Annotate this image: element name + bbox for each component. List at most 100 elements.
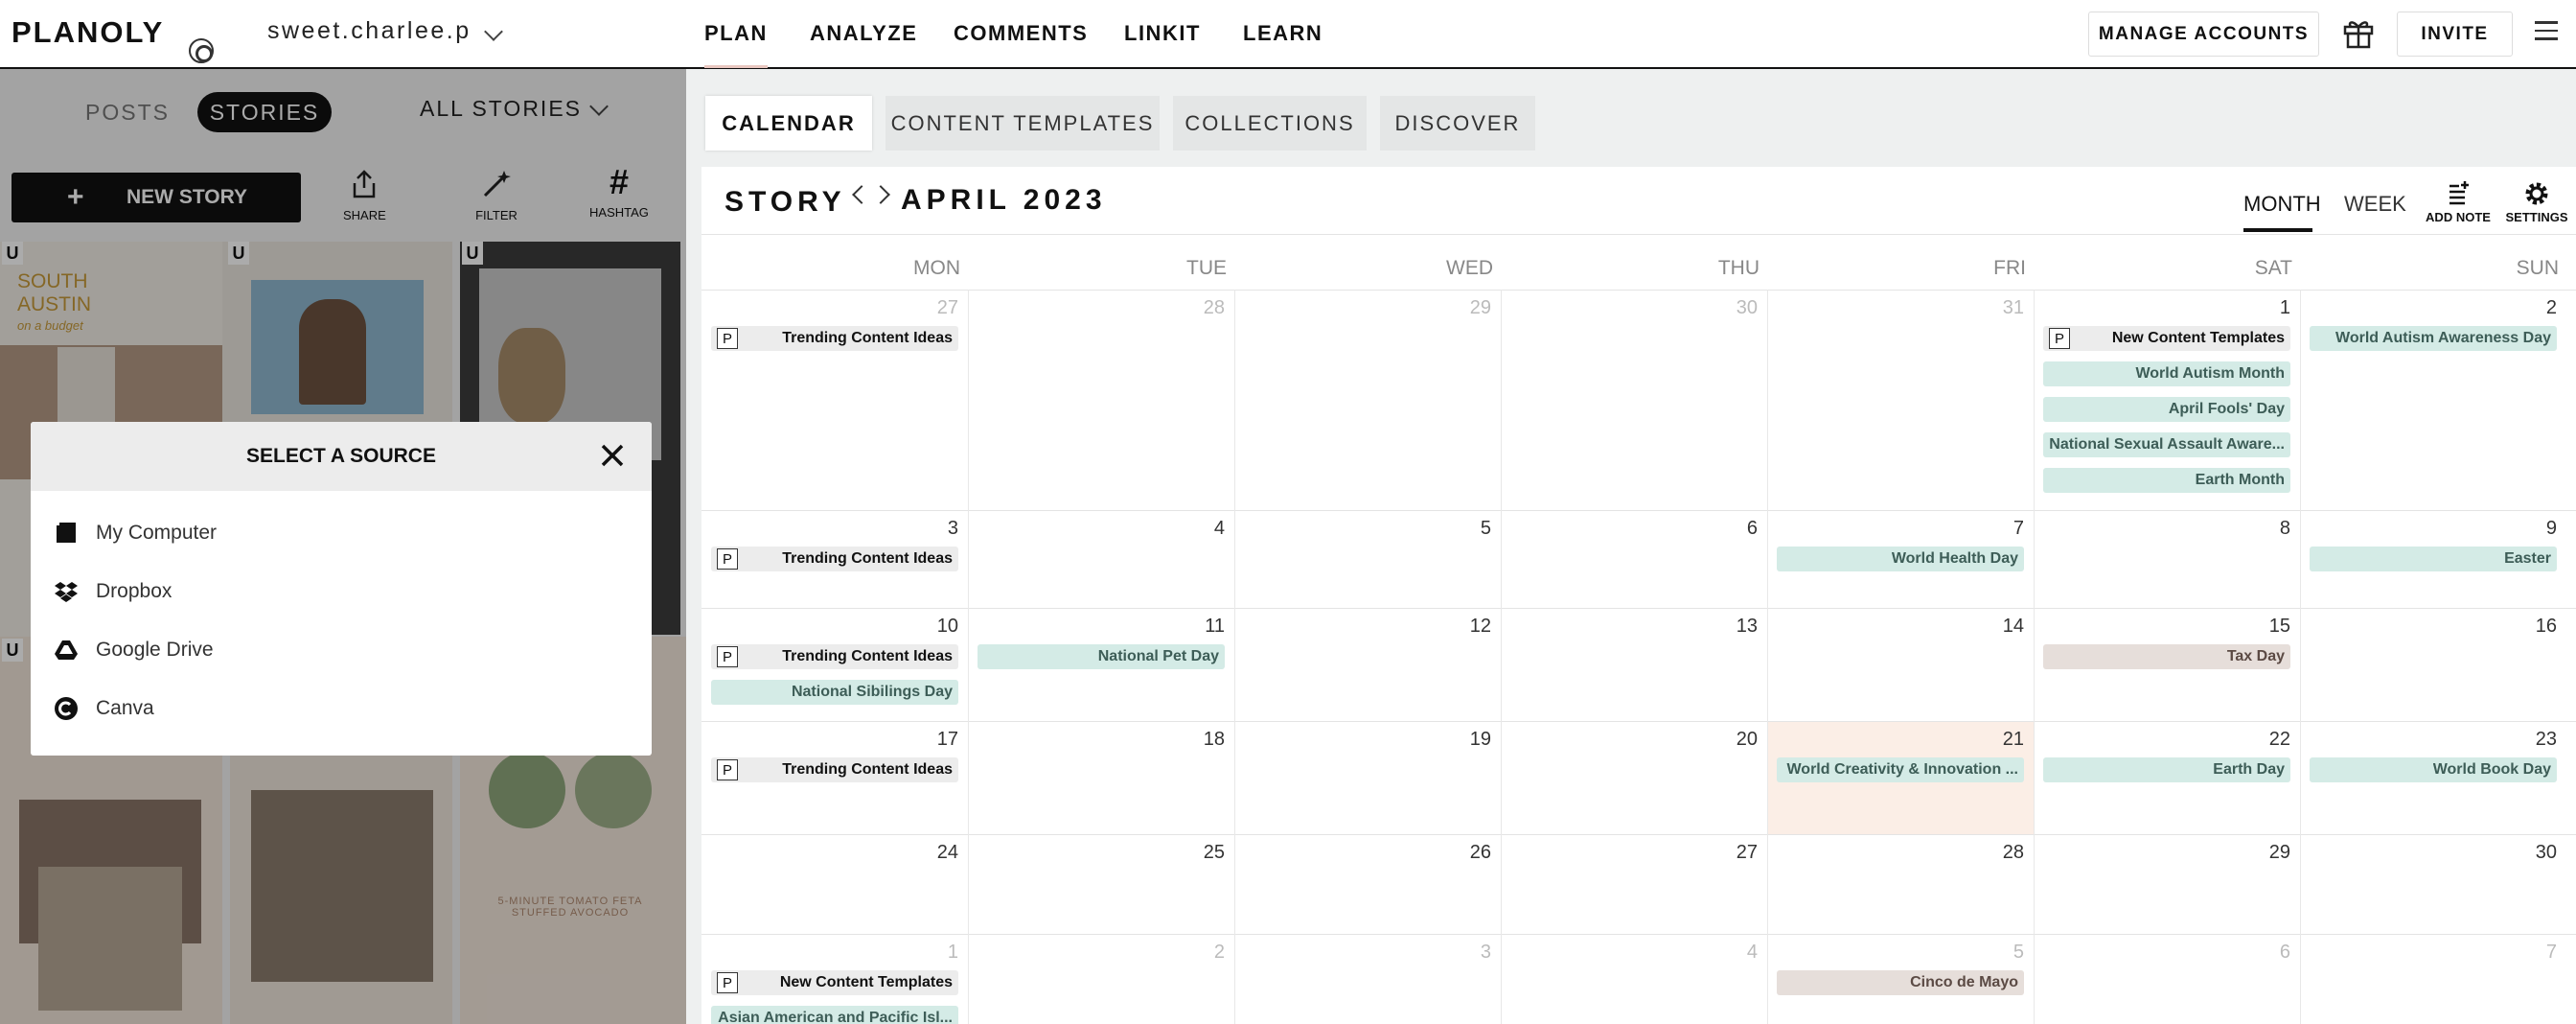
prev-month-icon[interactable] — [852, 185, 871, 204]
day-number[interactable]: 14 — [1767, 616, 2024, 638]
event-label: National Sibilings Day — [791, 684, 953, 700]
scheduled-post[interactable]: P Trending Content Ideas — [711, 326, 958, 351]
holiday-event[interactable]: Asian American and Pacific Isl... — [711, 1006, 958, 1024]
holiday-event[interactable]: Earth Month — [2043, 468, 2290, 493]
event-label: April Fools' Day — [2168, 401, 2285, 417]
holiday-event[interactable]: National Sibilings Day — [711, 680, 958, 705]
day-number[interactable]: 29 — [2034, 842, 2290, 864]
day-number[interactable]: 3 — [1234, 942, 1491, 964]
day-number[interactable]: 19 — [1234, 729, 1491, 751]
invite-button[interactable]: INVITE — [2397, 12, 2513, 57]
day-number[interactable]: 8 — [2034, 518, 2290, 540]
day-number[interactable]: 11 — [968, 616, 1225, 638]
menu-icon[interactable] — [2535, 21, 2558, 42]
day-number[interactable]: 7 — [2300, 942, 2557, 964]
day-number[interactable]: 22 — [2034, 729, 2290, 751]
holiday-event[interactable]: World Autism Month — [2043, 361, 2290, 386]
day-number[interactable]: 23 — [2300, 729, 2557, 751]
post-type-icon: P — [717, 759, 738, 780]
view-week[interactable]: WEEK — [2344, 192, 2406, 217]
holiday-event[interactable]: Tax Day — [2043, 644, 2290, 669]
day-number[interactable]: 30 — [1501, 297, 1758, 319]
day-number[interactable]: 17 — [702, 729, 958, 751]
source-my-computer[interactable]: My Computer — [54, 514, 217, 552]
dialog-header: SELECT A SOURCE — [31, 422, 652, 491]
holiday-event[interactable]: National Sexual Assault Aware... — [2043, 432, 2290, 457]
holiday-event[interactable]: World Autism Awareness Day — [2310, 326, 2557, 351]
holiday-event[interactable]: World Book Day — [2310, 757, 2557, 782]
nav-learn[interactable]: LEARN — [1243, 21, 1322, 46]
day-number[interactable]: 15 — [2034, 616, 2290, 638]
nav-analyze[interactable]: ANALYZE — [810, 21, 917, 46]
gift-icon[interactable] — [2342, 17, 2375, 50]
event-label: New Content Templates — [2111, 330, 2285, 346]
day-number[interactable]: 28 — [968, 297, 1225, 319]
day-number[interactable]: 3 — [702, 518, 958, 540]
holiday-event[interactable]: National Pet Day — [978, 644, 1225, 669]
instagram-icon — [189, 38, 214, 63]
day-number[interactable]: 5 — [1767, 942, 2024, 964]
nav-comments[interactable]: COMMENTS — [954, 21, 1088, 46]
tab-collections[interactable]: COLLECTIONS — [1173, 96, 1367, 151]
holiday-event[interactable]: Easter — [2310, 547, 2557, 571]
holiday-event[interactable]: April Fools' Day — [2043, 397, 2290, 422]
day-number[interactable]: 2 — [968, 942, 1225, 964]
settings-button[interactable]: SETTINGS — [2503, 180, 2570, 224]
day-number[interactable]: 29 — [1234, 297, 1491, 319]
close-icon[interactable] — [600, 443, 625, 468]
tab-content-templates[interactable]: CONTENT TEMPLATES — [886, 96, 1160, 151]
day-number[interactable]: 1 — [702, 942, 958, 964]
tab-discover[interactable]: DISCOVER — [1380, 96, 1535, 151]
source-label: Dropbox — [96, 580, 172, 602]
holiday-event[interactable]: World Creativity & Innovation ... — [1777, 757, 2024, 782]
day-number[interactable]: 31 — [1767, 297, 2024, 319]
day-number[interactable]: 26 — [1234, 842, 1491, 864]
day-number[interactable]: 2 — [2300, 297, 2557, 319]
day-number[interactable]: 5 — [1234, 518, 1491, 540]
view-month[interactable]: MONTH — [2243, 192, 2321, 217]
scheduled-post[interactable]: P New Content Templates — [2043, 326, 2290, 351]
day-number[interactable]: 1 — [2034, 297, 2290, 319]
scheduled-post[interactable]: P Trending Content Ideas — [711, 644, 958, 669]
manage-accounts-button[interactable]: MANAGE ACCOUNTS — [2088, 12, 2319, 57]
calendar-type-label: STORY — [724, 186, 846, 218]
day-number[interactable]: 9 — [2300, 518, 2557, 540]
source-google-drive[interactable]: Google Drive — [54, 631, 214, 669]
planoly-logo[interactable]: PLANOLY — [12, 15, 164, 50]
day-number[interactable]: 30 — [2300, 842, 2557, 864]
scheduled-post[interactable]: P Trending Content Ideas — [711, 757, 958, 782]
day-number[interactable]: 10 — [702, 616, 958, 638]
day-number[interactable]: 20 — [1501, 729, 1758, 751]
day-number[interactable]: 18 — [968, 729, 1225, 751]
weekday-header: TUE — [1186, 257, 1227, 279]
tab-calendar[interactable]: CALENDAR — [705, 96, 872, 151]
day-number[interactable]: 12 — [1234, 616, 1491, 638]
event-label: World Autism Awareness Day — [2335, 330, 2551, 346]
account-switcher[interactable]: sweet.charlee.p — [267, 17, 472, 45]
holiday-event[interactable]: Earth Day — [2043, 757, 2290, 782]
day-number[interactable]: 27 — [1501, 842, 1758, 864]
day-number[interactable]: 24 — [702, 842, 958, 864]
day-number[interactable]: 16 — [2300, 616, 2557, 638]
day-number[interactable]: 13 — [1501, 616, 1758, 638]
day-number[interactable]: 21 — [1767, 729, 2024, 751]
day-number[interactable]: 4 — [1501, 942, 1758, 964]
next-month-icon[interactable] — [871, 185, 890, 204]
day-number[interactable]: 28 — [1767, 842, 2024, 864]
day-number[interactable]: 6 — [2034, 942, 2290, 964]
nav-plan[interactable]: PLAN — [704, 21, 768, 68]
source-canva[interactable]: Canva — [54, 689, 154, 728]
chevron-down-icon[interactable] — [484, 22, 503, 41]
holiday-event[interactable]: World Health Day — [1777, 547, 2024, 571]
day-number[interactable]: 27 — [702, 297, 958, 319]
nav-linkit[interactable]: LINKIT — [1124, 21, 1201, 46]
day-number[interactable]: 25 — [968, 842, 1225, 864]
source-dropbox[interactable]: Dropbox — [54, 572, 172, 611]
holiday-event[interactable]: Cinco de Mayo — [1777, 970, 2024, 995]
scheduled-post[interactable]: P Trending Content Ideas — [711, 547, 958, 571]
scheduled-post[interactable]: P New Content Templates — [711, 970, 958, 995]
day-number[interactable]: 4 — [968, 518, 1225, 540]
day-number[interactable]: 7 — [1767, 518, 2024, 540]
add-note-button[interactable]: ADD NOTE — [2425, 180, 2492, 224]
day-number[interactable]: 6 — [1501, 518, 1758, 540]
